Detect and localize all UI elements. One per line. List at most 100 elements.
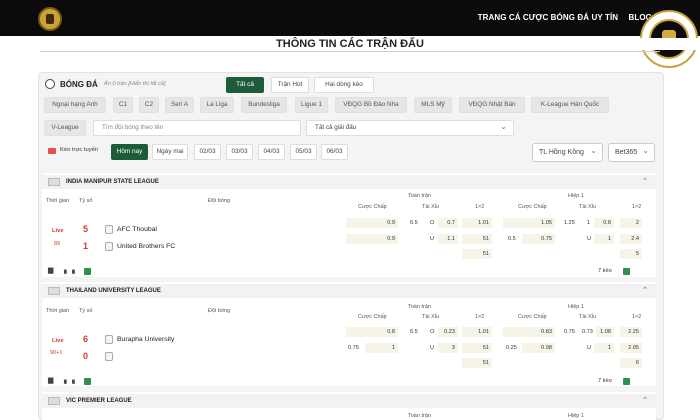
team-logo-icon: [105, 335, 113, 344]
delete-icon[interactable]: ▆: [48, 266, 53, 274]
odds-cell[interactable]: 2.25: [620, 327, 642, 337]
league-header[interactable]: THAILAND UNIVERSITY LEAGUE ⌃: [42, 284, 656, 298]
chevron-up-icon[interactable]: ⌃: [642, 394, 648, 408]
col-1x2-h1: 1×2: [632, 314, 642, 320]
site-logo[interactable]: [38, 7, 62, 31]
stats-icon[interactable]: ▖▗: [64, 266, 75, 274]
odds-cell[interactable]: 0.9: [346, 234, 398, 244]
league-chip[interactable]: C2: [139, 97, 159, 113]
odds-cell[interactable]: 1: [365, 343, 398, 353]
col-half: Hiệp 1: [568, 193, 584, 199]
hidden-matches-hint[interactable]: Ẩn 0 trận [Hiển thị tất cả]: [104, 81, 166, 87]
team-search-input[interactable]: Tìm đội bóng theo tên: [93, 120, 301, 136]
chevron-up-icon[interactable]: ⌃: [642, 284, 648, 298]
flag-icon: [48, 178, 60, 186]
day-button[interactable]: 02/03: [194, 144, 221, 160]
league-header[interactable]: VIC PREMIER LEAGUE ⌃: [42, 394, 656, 408]
odds-cell[interactable]: 0.98: [522, 343, 555, 353]
col-ou: Tài Xỉu: [422, 204, 440, 210]
flag-icon: [48, 287, 60, 295]
col-handicap: Cược Chấp: [358, 314, 387, 320]
odds-cell[interactable]: 51: [462, 343, 492, 353]
odds-cell[interactable]: 1.08: [596, 327, 614, 337]
col-score: Tỷ số: [79, 308, 93, 314]
day-button[interactable]: 03/03: [226, 144, 253, 160]
match-minute: 89: [54, 241, 61, 247]
odds-cell[interactable]: 2: [620, 218, 642, 228]
odds-cell[interactable]: 1.01: [462, 218, 492, 228]
odds-cell[interactable]: 0.83: [503, 327, 555, 337]
nav-link-trang-ca-cuoc[interactable]: TRANG CÁ CƯỢC BÓNG ĐÁ UY TÍN: [478, 13, 619, 22]
odds-cell[interactable]: 0.8: [346, 327, 398, 337]
delete-icon[interactable]: ▆: [48, 376, 53, 384]
filter-two-lines-button[interactable]: Hai dòng kèo: [314, 77, 374, 93]
day-button[interactable]: Ngày mai: [152, 144, 188, 160]
league-chip[interactable]: VĐQG Nhật Bản: [459, 97, 525, 113]
away-score: 1: [83, 241, 89, 251]
league-select[interactable]: Tất cả giải đấu ⌄: [306, 120, 514, 136]
col-time: Thời gian: [46, 198, 70, 204]
odds-cell[interactable]: 0.23: [438, 327, 458, 337]
league-chip[interactable]: Seri A: [165, 97, 194, 113]
league-chip[interactable]: VĐQG Bồ Đào Nha: [335, 97, 407, 113]
odds-cell[interactable]: 1.05: [503, 218, 555, 228]
league-header[interactable]: INDIA MANIPUR STATE LEAGUE ⌃: [42, 175, 656, 189]
odds-cell[interactable]: 2.4: [620, 234, 642, 244]
sport-title: BÓNG ĐÁ: [60, 80, 98, 89]
home-team[interactable]: AFC Thoubal: [117, 226, 157, 233]
day-button[interactable]: 05/03: [290, 144, 317, 160]
odds-cell[interactable]: 0.75: [522, 234, 555, 244]
odds-cell[interactable]: 51: [462, 358, 492, 368]
chevron-up-icon[interactable]: ⌃: [642, 175, 648, 189]
more-odds-link[interactable]: 7 kèo: [598, 268, 612, 274]
league-chip[interactable]: Ligue 1: [295, 97, 328, 113]
odds-cell[interactable]: 51: [462, 249, 492, 259]
league-chip[interactable]: Bundesliga: [241, 97, 287, 113]
col-ou: Tài Xỉu: [422, 314, 440, 320]
odds-cell[interactable]: 6: [620, 358, 642, 368]
expand-icon[interactable]: [84, 378, 91, 385]
odds-cell[interactable]: 0.8: [594, 218, 614, 228]
col-1x2: 1×2: [475, 314, 485, 320]
expand-icon[interactable]: [84, 268, 91, 275]
col-ou-h1: Tài Xỉu: [579, 204, 597, 210]
stats-icon[interactable]: ▖▗: [64, 376, 75, 384]
col-handicap: Cược Chấp: [358, 204, 387, 210]
day-button[interactable]: 04/03: [258, 144, 285, 160]
more-odds-link[interactable]: 7 kèo: [598, 378, 612, 384]
odds-cell[interactable]: 0.9: [346, 218, 398, 228]
col-handicap-h1: Cược Chấp: [518, 314, 547, 320]
bookmaker-select[interactable]: Bet365: [608, 142, 655, 162]
odds-cell[interactable]: 0.7: [438, 218, 458, 228]
odds-line: 0.75: [564, 329, 575, 335]
col-time: Thời gian: [46, 308, 70, 314]
odds-cell[interactable]: 5: [620, 249, 642, 259]
league-chip[interactable]: Ngoại hạng Anh: [44, 97, 106, 113]
home-team[interactable]: Burapha University: [117, 336, 174, 343]
league-chip[interactable]: MLS Mỹ: [414, 97, 452, 113]
expand-odds-icon[interactable]: [623, 378, 630, 385]
odds-ou-label: O: [430, 220, 435, 226]
league-chip[interactable]: La Liga: [200, 97, 234, 113]
league-chip[interactable]: V-League: [44, 120, 86, 136]
league-chip[interactable]: C1: [113, 97, 133, 113]
live-odds-toggle[interactable]: Kèo trực tuyến: [60, 147, 98, 153]
filter-hot-button[interactable]: Trận Hot: [271, 77, 309, 93]
odds-cell[interactable]: 3: [438, 343, 458, 353]
col-ou-h1: Tài Xỉu: [579, 314, 597, 320]
live-toggle-icon[interactable]: [48, 148, 56, 154]
odds-cell[interactable]: 2.05: [620, 343, 642, 353]
odds-cell[interactable]: 1.1: [438, 234, 458, 244]
odds-cell[interactable]: 1: [594, 234, 614, 244]
day-button[interactable]: 06/03: [321, 144, 348, 160]
odds-cell[interactable]: 1.01: [462, 327, 492, 337]
odds-cell[interactable]: 51: [462, 234, 492, 244]
away-team[interactable]: United Brothers FC: [117, 243, 175, 250]
timezone-select[interactable]: TL Hồng Kông: [532, 142, 603, 162]
day-today-button[interactable]: Hôm nay: [111, 144, 148, 160]
odds-cell[interactable]: 1: [594, 343, 614, 353]
team-logo-icon: [105, 225, 113, 234]
filter-all-button[interactable]: Tất cả: [226, 77, 264, 93]
expand-odds-icon[interactable]: [623, 268, 630, 275]
league-chip[interactable]: K-League Hàn Quốc: [531, 97, 609, 113]
